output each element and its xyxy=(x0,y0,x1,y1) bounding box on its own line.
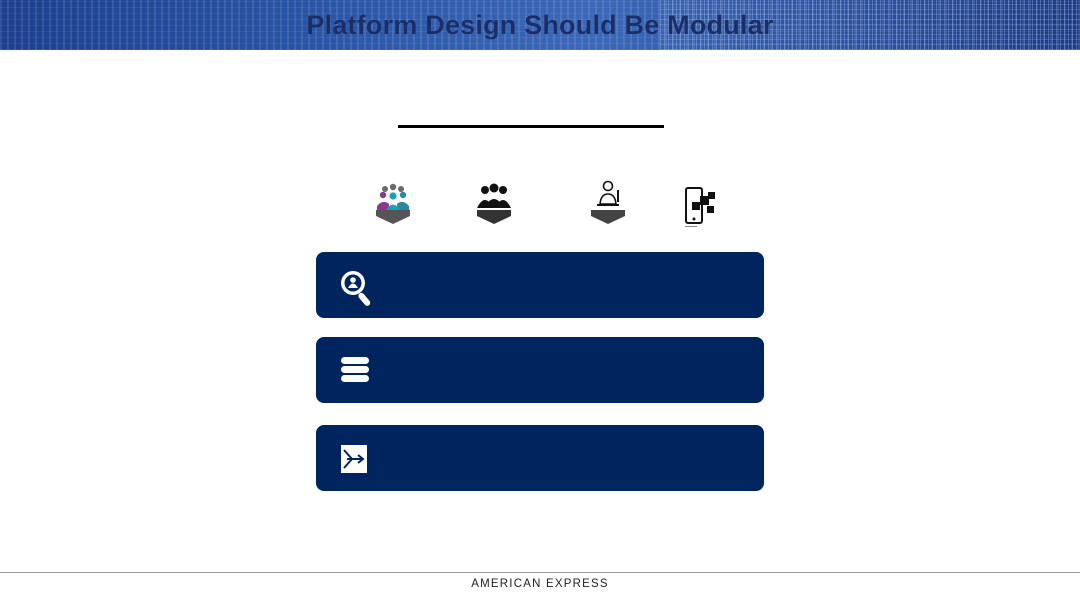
feature-panel-3 xyxy=(316,425,764,491)
user-search-icon xyxy=(338,268,374,306)
database-icon xyxy=(340,356,376,392)
brand-name: AMERICAN EXPRESS xyxy=(471,578,609,590)
slide-title: Platform Design Should Be Modular xyxy=(306,10,774,40)
group-icon xyxy=(474,180,514,230)
title-underline xyxy=(398,125,664,128)
feature-panel-2 xyxy=(316,337,764,403)
feature-panel-1 xyxy=(316,252,764,318)
header-banner: Platform Design Should Be Modular xyxy=(0,0,1080,50)
developer-icon xyxy=(588,180,628,230)
colorful-group-icon xyxy=(373,180,413,230)
merge-arrows-icon xyxy=(341,445,377,481)
footer-divider xyxy=(0,572,1080,573)
mobile-app-icon xyxy=(684,180,724,230)
